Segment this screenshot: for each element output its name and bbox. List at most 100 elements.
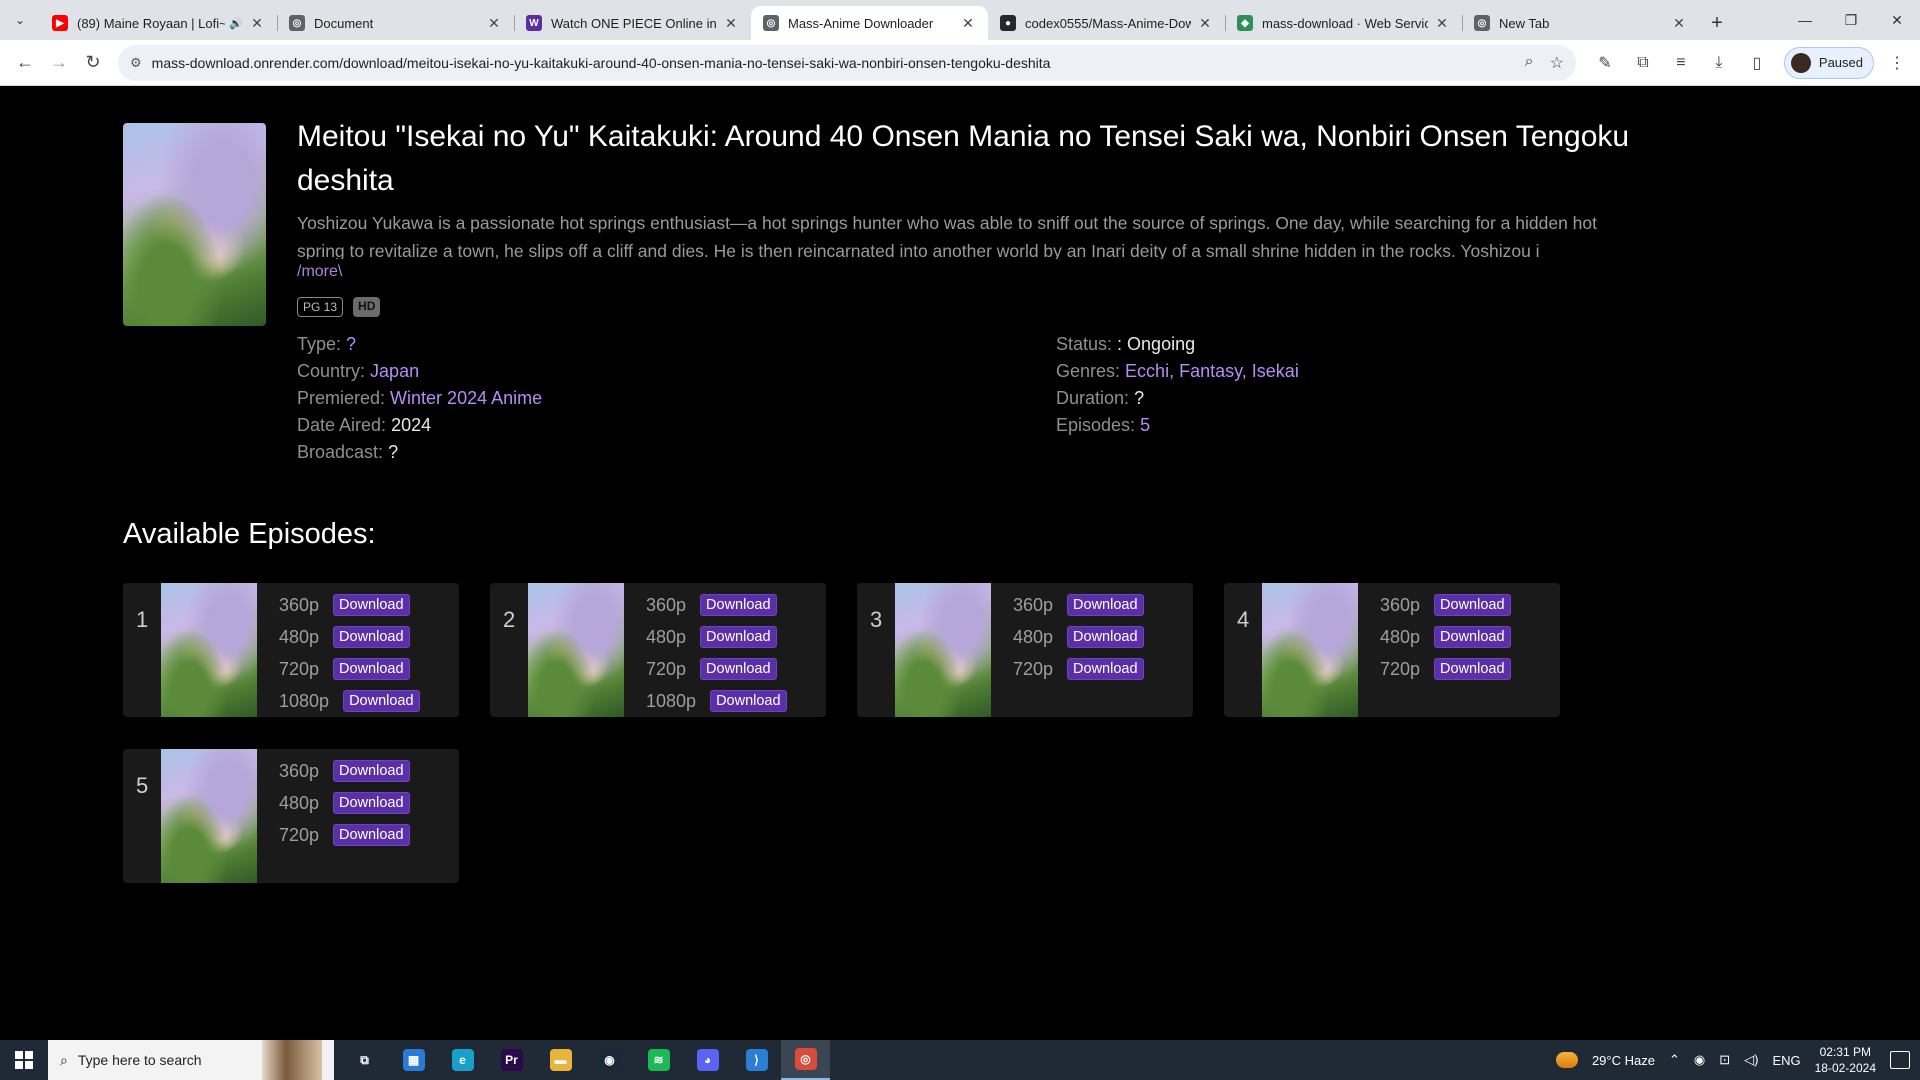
premiered-link[interactable]: Winter 2024 Anime [390,388,542,408]
close-tab-icon[interactable]: ✕ [249,15,265,32]
quality-label: 360p [279,594,320,615]
aired-value: 2024 [391,415,432,435]
weather-icon[interactable] [1555,1052,1578,1068]
quality-row: 1080p Download [279,688,420,714]
close-tab-icon[interactable]: ✕ [1671,15,1687,32]
type-value[interactable]: ? [346,334,356,354]
country-link[interactable]: Japan [370,361,419,381]
taskbar-app[interactable]: e [438,1040,487,1080]
volume-icon[interactable]: ◁) [1744,1052,1758,1068]
restore-icon[interactable]: ❐ [1828,0,1874,40]
new-tab-button[interactable]: + [1699,6,1735,40]
zoom-icon[interactable]: ⌕ [1525,53,1534,73]
weather-text[interactable]: 29°C Haze [1592,1053,1655,1068]
audio-playing-icon[interactable]: 🔊 [229,17,243,30]
quality-row: 360p Download [1013,592,1144,618]
download-button[interactable]: Download [333,594,410,616]
tray-record-icon[interactable]: ◉ [1694,1052,1705,1068]
close-tab-icon[interactable]: ✕ [1197,15,1213,32]
language-indicator[interactable]: ENG [1772,1053,1800,1068]
download-button[interactable]: Download [333,760,410,782]
browser-tab[interactable]: ● codex0555/Mass-Anime-Downl ✕ [988,6,1225,40]
url-text[interactable]: mass-download.onrender.com/download/meit… [152,55,1525,71]
notification-icon[interactable] [1890,1051,1910,1069]
quality-label: 480p [646,626,687,647]
clock[interactable]: 02:31 PM 18-02-2024 [1815,1044,1876,1076]
close-tab-icon[interactable]: ✕ [1434,15,1450,32]
bookmark-star-icon[interactable]: ☆ [1550,53,1564,73]
browser-tab[interactable]: ▶ (89) Maine Royaan | Lofi~Re🔊 ✕ [40,6,277,40]
download-button[interactable]: Download [333,824,410,846]
taskbar-app[interactable]: Pr [487,1040,536,1080]
browser-tab[interactable]: ◎ New Tab ✕ [1462,6,1699,40]
store-icon: ▦ [402,1049,425,1071]
download-button[interactable]: Download [700,658,777,680]
genre-link[interactable]: Fantasy [1179,361,1242,381]
taskbar-app[interactable]: ▬ [536,1040,585,1080]
start-button[interactable] [0,1040,48,1080]
close-window-icon[interactable]: ✕ [1874,0,1920,40]
downloads-icon[interactable]: ⤓ [1704,48,1734,78]
browser-tab[interactable]: ◆ mass-download · Web Service ✕ [1225,6,1462,40]
quality-label: 720p [1013,658,1054,679]
episodes-count[interactable]: 5 [1140,415,1150,435]
download-button[interactable]: Download [1067,658,1144,680]
profile-button[interactable]: Paused [1783,46,1874,79]
genres-list: Ecchi, Fantasy, Isekai [1125,361,1299,381]
broadcast-row: Broadcast: ? [297,442,399,462]
taskbar-app[interactable]: ⟩ [732,1040,781,1080]
download-button[interactable]: Download [1434,658,1511,680]
side-panel-icon[interactable]: ▯ [1742,48,1772,78]
menu-kebab-icon[interactable]: ⋮ [1882,48,1912,78]
genre-link[interactable]: Isekai [1252,361,1299,381]
close-tab-icon[interactable]: ✕ [486,15,502,32]
browser-tab[interactable]: ◎ Document ✕ [277,6,514,40]
windows-icon [15,1051,33,1069]
file-explorer-icon: ▬ [549,1049,572,1071]
download-button[interactable]: Download [1434,626,1511,648]
taskbar-search[interactable]: ⌕ Type here to search [48,1040,334,1080]
download-button[interactable]: Download [1067,594,1144,616]
close-tab-icon[interactable]: ✕ [723,15,739,32]
browser-tab[interactable]: ◎ Mass-Anime Downloader ✕ [751,6,988,40]
taskbar-app[interactable]: ◉ [585,1040,634,1080]
download-button[interactable]: Download [710,690,787,712]
episode-thumbnail [895,583,991,717]
download-button[interactable]: Download [1434,594,1511,616]
taskbar-app[interactable]: ▦ [389,1040,438,1080]
download-button[interactable]: Download [333,626,410,648]
episode-thumbnail [1262,583,1358,717]
download-button[interactable]: Download [333,792,410,814]
genre-link[interactable]: Ecchi [1125,361,1169,381]
more-link[interactable]: /more\ [297,263,342,281]
search-placeholder: Type here to search [77,1052,202,1068]
task-view-icon: ⧉ [353,1049,376,1071]
download-button[interactable]: Download [700,594,777,616]
taskbar-app[interactable]: ◕ [683,1040,732,1080]
extension-icon[interactable]: ✎ [1590,48,1620,78]
address-bar[interactable]: ⚙ mass-download.onrender.com/download/me… [118,44,1576,81]
taskbar-app[interactable]: ≋ [634,1040,683,1080]
media-control-icon[interactable]: ≡ [1666,48,1696,78]
taskbar-app[interactable]: ◎ [781,1040,830,1080]
window-controls: — ❐ ✕ [1782,0,1920,40]
download-button[interactable]: Download [1067,626,1144,648]
tray-chevron-icon[interactable]: ⌃ [1669,1052,1680,1068]
forward-icon[interactable]: → [42,46,76,80]
info-right-column: Status: : Ongoing Genres: Ecchi, Fantasy… [1056,331,1299,439]
back-icon[interactable]: ← [8,46,42,80]
minimize-icon[interactable]: — [1782,0,1828,40]
extensions-puzzle-icon[interactable]: ⧉ [1628,48,1658,78]
site-info-icon[interactable]: ⚙ [130,55,142,71]
taskbar-app[interactable]: ⧉ [340,1040,389,1080]
download-button[interactable]: Download [333,658,410,680]
close-tab-icon[interactable]: ✕ [960,15,976,32]
network-icon[interactable]: ⊡ [1719,1052,1730,1068]
browser-tab[interactable]: W Watch ONE PIECE Online in HD ✕ [514,6,751,40]
reload-icon[interactable]: ↻ [76,46,110,80]
tab-search-icon[interactable]: ⌄ [0,0,40,40]
download-button[interactable]: Download [343,690,420,712]
broadcast-value: ? [388,442,399,462]
download-button[interactable]: Download [700,626,777,648]
clock-time: 02:31 PM [1819,1045,1871,1059]
